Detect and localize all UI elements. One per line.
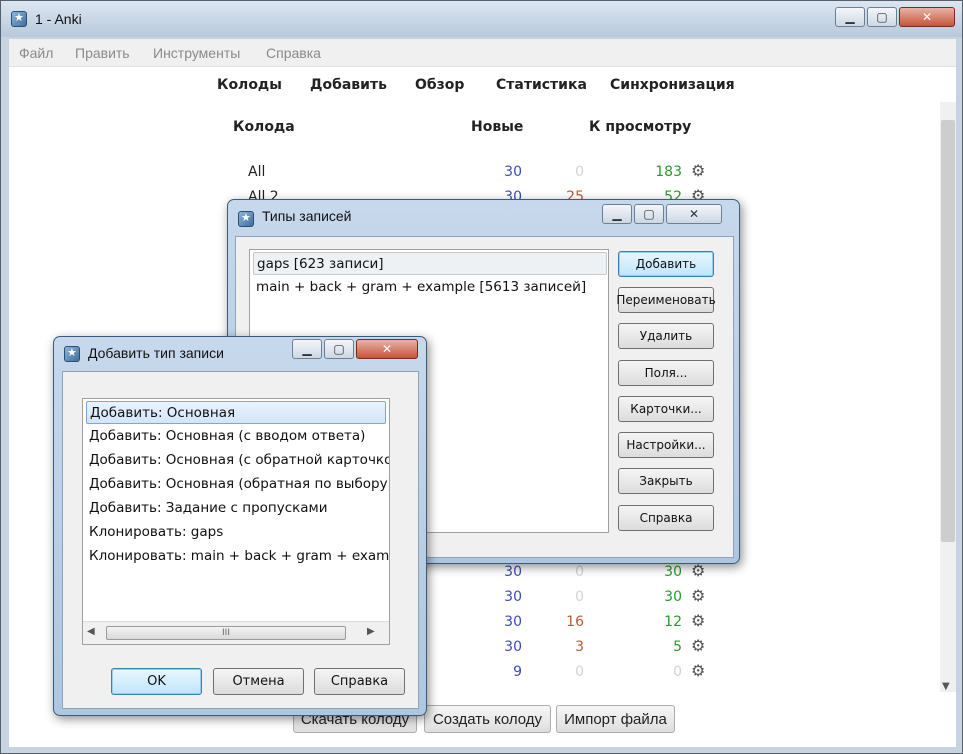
main-window-title: 1 - Anki (35, 11, 82, 27)
note-types-dialog-title: Типы записей (262, 208, 352, 224)
deck-new-count: 30 (504, 614, 522, 630)
maximize-icon: ▢ (643, 207, 655, 221)
maximize-button[interactable]: ▢ (867, 7, 897, 27)
deck-options-gear-icon[interactable]: ⚙ (691, 636, 705, 655)
toolbar-add[interactable]: Добавить (310, 77, 387, 93)
list-item[interactable]: Добавить: Основная (с вводом ответа) (86, 425, 368, 448)
dialog-app-icon (238, 211, 254, 227)
minimize-button[interactable]: ▁ (835, 7, 865, 27)
note-types-maximize-button[interactable]: ▢ (634, 204, 664, 224)
column-deck: Колода (233, 119, 295, 135)
deck-due-count: 30 (664, 589, 682, 605)
list-item[interactable]: Добавить: Задание с пропусками (86, 497, 331, 520)
deck-learn-count: 0 (575, 589, 584, 605)
toolbar-decks[interactable]: Колоды (217, 77, 282, 93)
menu-tools[interactable]: Инструменты (153, 45, 240, 61)
menu-bar: Файл Править Инструменты Справка (9, 39, 956, 67)
list-item[interactable]: Клонировать: main + back + gram + exampl… (86, 545, 389, 568)
deck-due-count: 183 (655, 164, 682, 180)
delete-button[interactable]: Удалить (618, 323, 714, 349)
help-button[interactable]: Справка (618, 505, 714, 531)
deck-due-count: 0 (673, 664, 682, 680)
minimize-icon: ▁ (302, 342, 312, 356)
deck-options-gear-icon[interactable]: ⚙ (691, 611, 705, 630)
list-item[interactable]: Добавить: Основная (обратная по выбору) (86, 473, 389, 496)
deck-learn-count: 16 (566, 614, 584, 630)
add-note-type-close-button[interactable]: ✕ (356, 339, 418, 359)
column-new: Новые (471, 119, 524, 135)
import-file-button[interactable]: Импорт файла (556, 705, 675, 733)
rename-button[interactable]: Переименовать (616, 287, 716, 313)
ok-button[interactable]: OK (111, 668, 202, 695)
main-titlebar: 1 - Anki ▁ ▢ ✕ (1, 1, 962, 37)
deck-options-gear-icon[interactable]: ⚙ (691, 586, 705, 605)
deck-options-gear-icon[interactable]: ⚙ (691, 661, 705, 680)
deck-options-gear-icon[interactable]: ⚙ (691, 161, 705, 180)
add-note-type-maximize-button[interactable]: ▢ (324, 339, 354, 359)
options-button[interactable]: Настройки... (618, 432, 714, 458)
deck-due-count: 5 (673, 639, 682, 655)
vertical-scrollbar[interactable]: ▼ (940, 102, 956, 692)
help-button[interactable]: Справка (314, 668, 405, 695)
list-item[interactable]: Клонировать: gaps (86, 521, 226, 544)
cards-button[interactable]: Карточки... (618, 396, 714, 422)
maximize-icon: ▢ (876, 10, 888, 24)
horizontal-scrollbar[interactable]: ◀ III ▶ (83, 621, 389, 644)
fields-button[interactable]: Поля... (618, 360, 714, 386)
list-item[interactable]: gaps [623 записи] (253, 252, 607, 275)
list-item[interactable]: main + back + gram + example [5613 запис… (253, 276, 589, 299)
create-deck-button[interactable]: Создать колоду (424, 705, 551, 733)
close-icon: ✕ (381, 342, 393, 356)
deck-new-count: 30 (504, 164, 522, 180)
add-note-type-dialog-title: Добавить тип записи (88, 345, 224, 361)
close-icon: ✕ (688, 207, 700, 221)
maximize-icon: ▢ (333, 342, 345, 356)
deck-new-count: 30 (504, 589, 522, 605)
toolbar-browse[interactable]: Обзор (415, 77, 464, 93)
list-item[interactable]: Добавить: Основная (86, 401, 386, 424)
note-types-minimize-button[interactable]: ▁ (602, 204, 632, 224)
column-due: К просмотру (589, 119, 692, 135)
menu-edit[interactable]: Править (75, 45, 130, 61)
toolbar-sync[interactable]: Синхронизация (610, 77, 735, 93)
add-note-type-client-area: Добавить: Основная Добавить: Основная (с… (62, 371, 419, 709)
menu-file[interactable]: Файл (19, 45, 53, 61)
add-note-type-minimize-button[interactable]: ▁ (292, 339, 322, 359)
deck-learn-count: 0 (575, 664, 584, 680)
menu-help[interactable]: Справка (266, 45, 321, 61)
cancel-button[interactable]: Отмена (213, 668, 304, 695)
list-item[interactable]: Добавить: Основная (с обратной карточкой… (86, 449, 389, 472)
minimize-icon: ▁ (612, 207, 622, 221)
deck-new-count: 30 (504, 564, 522, 580)
close-icon: ✕ (921, 10, 933, 24)
anki-app-icon (11, 11, 27, 27)
add-note-type-dialog: Добавить тип записи ▁ ▢ ✕ Добавить: Осно… (53, 336, 427, 716)
scroll-right-arrow-icon[interactable]: ▶ (367, 626, 375, 637)
note-types-close-button[interactable]: ✕ (666, 204, 722, 224)
deck-row[interactable]: All 30 0 183 ⚙ (9, 160, 769, 185)
toolbar-stats[interactable]: Статистика (496, 77, 587, 93)
deck-due-count: 30 (664, 564, 682, 580)
close-button[interactable]: ✕ (899, 7, 955, 27)
deck-due-count: 12 (664, 614, 682, 630)
deck-learn-count: 0 (575, 164, 584, 180)
deck-new-count: 30 (504, 639, 522, 655)
deck-name[interactable]: All (248, 164, 265, 180)
deck-learn-count: 3 (575, 639, 584, 655)
scroll-down-arrow-icon[interactable]: ▼ (942, 681, 950, 692)
scrollbar-thumb[interactable] (941, 120, 955, 542)
deck-learn-count: 0 (575, 564, 584, 580)
scrollbar-thumb[interactable]: III (106, 626, 346, 640)
add-note-type-list[interactable]: Добавить: Основная Добавить: Основная (с… (82, 398, 390, 645)
add-note-type-button[interactable]: Добавить (618, 251, 714, 277)
scrollbar-grip: III (222, 628, 230, 638)
dialog-app-icon (64, 346, 80, 362)
scroll-left-arrow-icon[interactable]: ◀ (87, 626, 95, 637)
deck-new-count: 9 (513, 664, 522, 680)
close-dialog-button[interactable]: Закрыть (618, 468, 714, 494)
minimize-icon: ▁ (845, 10, 855, 24)
